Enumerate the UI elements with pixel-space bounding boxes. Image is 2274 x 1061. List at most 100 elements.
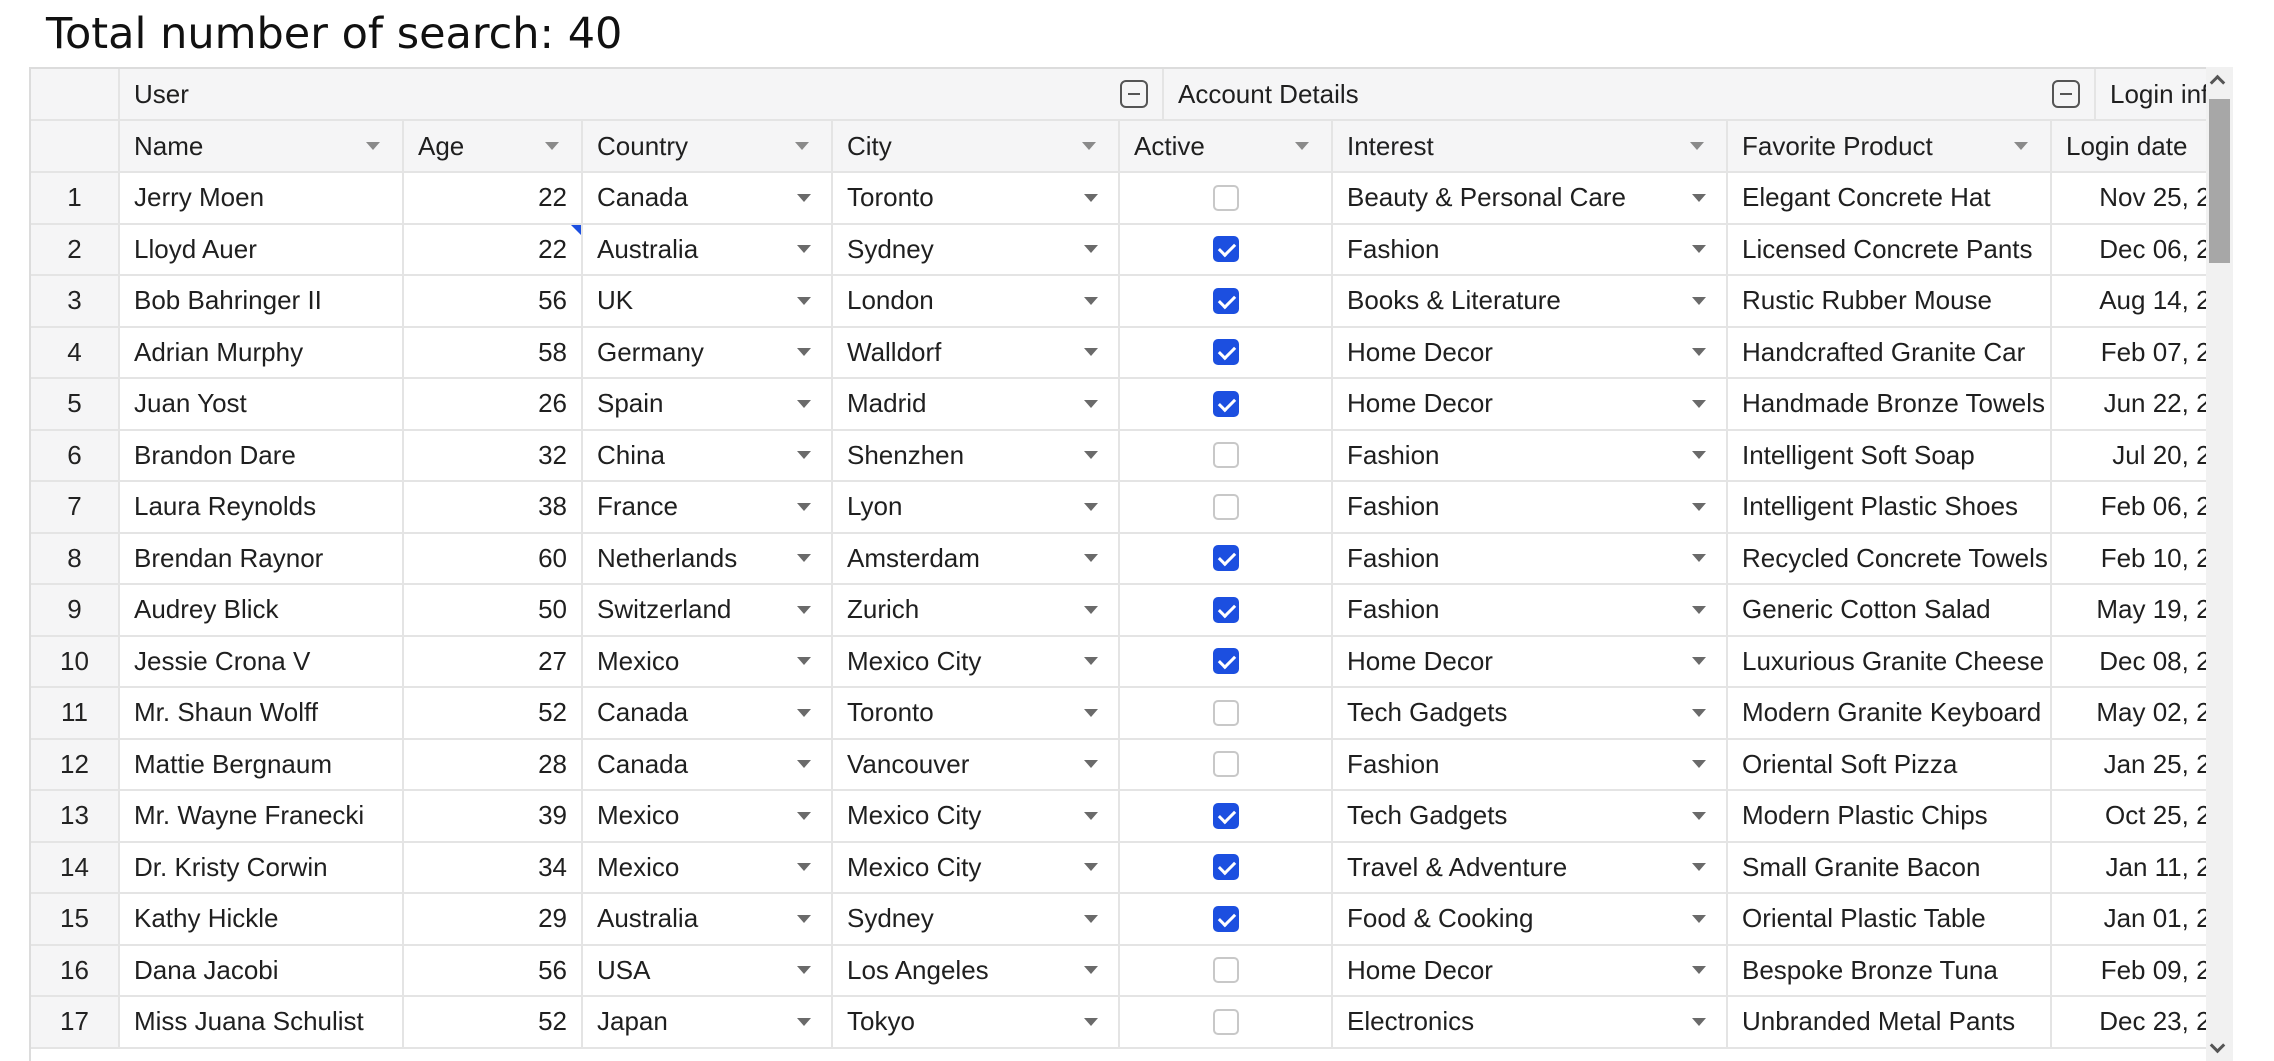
sort-menu-icon[interactable]: [2014, 142, 2028, 150]
dropdown-arrow-icon[interactable]: [797, 451, 811, 460]
cell-login-date[interactable]: Oct 25, 20: [2052, 791, 2227, 843]
cell-favorite-product[interactable]: Oriental Plastic Table: [1728, 894, 2052, 946]
cell-login-date[interactable]: Jan 25, 20: [2052, 739, 2227, 791]
active-checkbox[interactable]: [1212, 545, 1239, 572]
cell-name[interactable]: Adrian Murphy: [120, 327, 404, 379]
cell-login-date[interactable]: Jul 20, 20: [2052, 430, 2227, 482]
cell-name[interactable]: Lloyd Auer: [120, 224, 404, 276]
dropdown-arrow-icon[interactable]: [797, 966, 811, 975]
cell-name[interactable]: Miss Juana Schulist: [120, 997, 404, 1049]
dropdown-arrow-icon[interactable]: [1084, 811, 1098, 820]
sort-menu-icon[interactable]: [795, 142, 809, 150]
dropdown-arrow-icon[interactable]: [1084, 1017, 1098, 1026]
cell-city[interactable]: Mexico City: [833, 791, 1120, 843]
active-checkbox[interactable]: [1212, 339, 1239, 366]
sort-menu-icon[interactable]: [1082, 142, 1096, 150]
cell-favorite-product[interactable]: Generic Cotton Salad: [1728, 585, 2052, 637]
cell-age[interactable]: 26: [404, 379, 583, 431]
cell-city[interactable]: Sydney: [833, 224, 1120, 276]
column-header-country[interactable]: Country: [583, 121, 833, 173]
dropdown-arrow-icon[interactable]: [1692, 863, 1706, 872]
cell-city[interactable]: Vancouver: [833, 739, 1120, 791]
cell-age[interactable]: 56: [404, 945, 583, 997]
cell-country[interactable]: Netherlands: [583, 533, 833, 585]
collapse-icon[interactable]: [1120, 80, 1148, 108]
active-checkbox[interactable]: [1212, 493, 1239, 520]
dropdown-arrow-icon[interactable]: [1692, 554, 1706, 563]
cell-name[interactable]: Dr. Kristy Corwin: [120, 842, 404, 894]
cell-name[interactable]: Kathy Hickle: [120, 894, 404, 946]
cell-favorite-product[interactable]: Recycled Concrete Towels: [1728, 533, 2052, 585]
dropdown-arrow-icon[interactable]: [797, 760, 811, 769]
dropdown-arrow-icon[interactable]: [1084, 605, 1098, 614]
column-header-name[interactable]: Name: [120, 121, 404, 173]
cell-interest[interactable]: Home Decor: [1333, 327, 1728, 379]
cell-name[interactable]: Audrey Blick: [120, 585, 404, 637]
cell-city[interactable]: Lyon: [833, 482, 1120, 534]
cell-interest[interactable]: Books & Literature: [1333, 276, 1728, 328]
cell-login-date[interactable]: Dec 06, 20: [2052, 224, 2227, 276]
vertical-scrollbar[interactable]: [2206, 67, 2233, 1061]
cell-favorite-product[interactable]: Bespoke Bronze Tuna: [1728, 945, 2052, 997]
dropdown-arrow-icon[interactable]: [797, 657, 811, 666]
dropdown-arrow-icon[interactable]: [797, 399, 811, 408]
cell-country[interactable]: Canada: [583, 688, 833, 740]
cell-login-date[interactable]: Feb 09, 20: [2052, 945, 2227, 997]
cell-favorite-product[interactable]: Modern Granite Keyboard: [1728, 688, 2052, 740]
dropdown-arrow-icon[interactable]: [1084, 502, 1098, 511]
active-checkbox[interactable]: [1212, 905, 1239, 932]
cell-age[interactable]: 27: [404, 636, 583, 688]
cell-login-date[interactable]: May 19, 20: [2052, 585, 2227, 637]
cell-favorite-product[interactable]: Unbranded Metal Pants: [1728, 997, 2052, 1049]
dropdown-arrow-icon[interactable]: [797, 245, 811, 254]
cell-name[interactable]: Jerry Moen: [120, 173, 404, 225]
cell-favorite-product[interactable]: Handmade Bronze Towels: [1728, 379, 2052, 431]
cell-login-date[interactable]: May 02, 20: [2052, 688, 2227, 740]
cell-login-date[interactable]: Nov 25, 20: [2052, 173, 2227, 225]
dropdown-arrow-icon[interactable]: [1084, 296, 1098, 305]
cell-city[interactable]: Los Angeles: [833, 945, 1120, 997]
cell-interest[interactable]: Electronics: [1333, 997, 1728, 1049]
cell-country[interactable]: Germany: [583, 327, 833, 379]
scrollbar-thumb[interactable]: [2209, 99, 2230, 263]
cell-country[interactable]: Japan: [583, 997, 833, 1049]
cell-country[interactable]: Switzerland: [583, 585, 833, 637]
cell-country[interactable]: Australia: [583, 224, 833, 276]
cell-age[interactable]: 38: [404, 482, 583, 534]
cell-interest[interactable]: Fashion: [1333, 224, 1728, 276]
cell-age[interactable]: 32: [404, 430, 583, 482]
active-checkbox[interactable]: [1212, 184, 1239, 211]
cell-city[interactable]: Toronto: [833, 688, 1120, 740]
dropdown-arrow-icon[interactable]: [1692, 502, 1706, 511]
cell-age[interactable]: 56: [404, 276, 583, 328]
dropdown-arrow-icon[interactable]: [1084, 966, 1098, 975]
cell-city[interactable]: Zurich: [833, 585, 1120, 637]
cell-interest[interactable]: Food & Cooking: [1333, 894, 1728, 946]
cell-country[interactable]: Mexico: [583, 842, 833, 894]
dropdown-arrow-icon[interactable]: [1084, 451, 1098, 460]
cell-city[interactable]: Walldorf: [833, 327, 1120, 379]
cell-age[interactable]: 22: [404, 173, 583, 225]
cell-country[interactable]: Canada: [583, 739, 833, 791]
cell-login-date[interactable]: Jun 22, 20: [2052, 379, 2227, 431]
cell-name[interactable]: Jessie Crona V: [120, 636, 404, 688]
cell-login-date[interactable]: Feb 10, 20: [2052, 533, 2227, 585]
dropdown-arrow-icon[interactable]: [1084, 245, 1098, 254]
cell-favorite-product[interactable]: Intelligent Soft Soap: [1728, 430, 2052, 482]
cell-country[interactable]: China: [583, 430, 833, 482]
cell-login-date[interactable]: Feb 06, 20: [2052, 482, 2227, 534]
cell-city[interactable]: Shenzhen: [833, 430, 1120, 482]
dropdown-arrow-icon[interactable]: [797, 502, 811, 511]
cell-favorite-product[interactable]: Licensed Concrete Pants: [1728, 224, 2052, 276]
cell-favorite-product[interactable]: Handcrafted Granite Car: [1728, 327, 2052, 379]
active-checkbox[interactable]: [1212, 390, 1239, 417]
cell-country[interactable]: Australia: [583, 894, 833, 946]
dropdown-arrow-icon[interactable]: [1692, 399, 1706, 408]
cell-city[interactable]: Amsterdam: [833, 533, 1120, 585]
dropdown-arrow-icon[interactable]: [797, 605, 811, 614]
cell-login-date[interactable]: Feb 07, 20: [2052, 327, 2227, 379]
active-checkbox[interactable]: [1212, 442, 1239, 469]
active-checkbox[interactable]: [1212, 596, 1239, 623]
cell-favorite-product[interactable]: Oriental Soft Pizza: [1728, 739, 2052, 791]
cell-favorite-product[interactable]: Modern Plastic Chips: [1728, 791, 2052, 843]
